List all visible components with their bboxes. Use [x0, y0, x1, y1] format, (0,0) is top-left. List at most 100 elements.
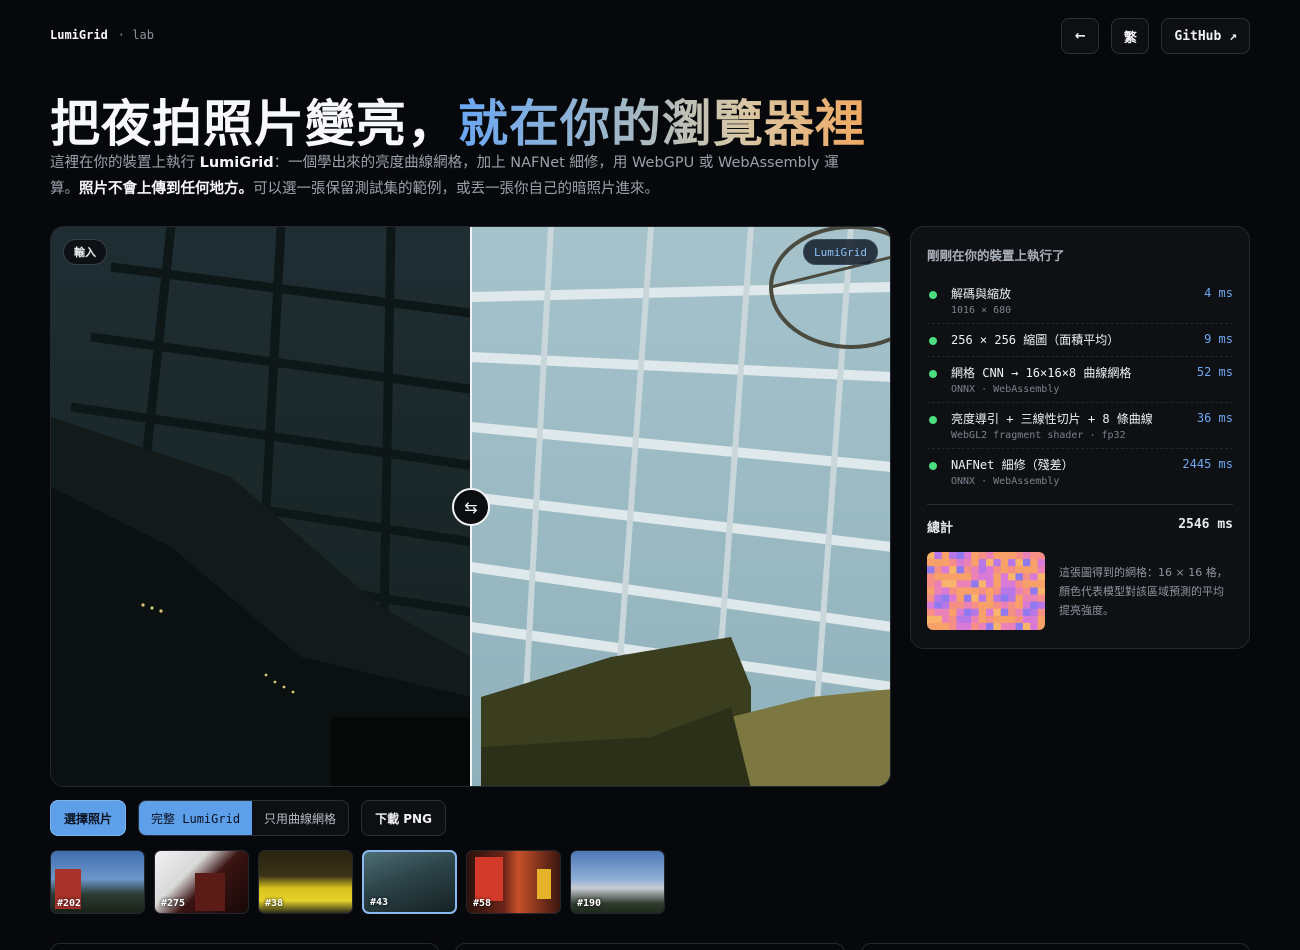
curve-grid-heatmap [927, 552, 1045, 630]
split-handle[interactable]: ⇆ [452, 488, 490, 526]
heatmap-cell [1008, 594, 1017, 603]
sample-thumb[interactable]: #202 [50, 850, 145, 914]
heatmap-cell [934, 622, 943, 630]
grid-preview-row: 這張圖得到的網格：16 × 16 格，顏色代表模型對該區域預測的平均提亮強度。 [927, 552, 1233, 630]
total-row: 總計 2546 ms [927, 504, 1233, 536]
heatmap-cell [927, 615, 935, 624]
mode-full-option[interactable]: 完整 LumiGrid [139, 801, 253, 835]
sample-thumb-selected[interactable]: #43 [362, 850, 457, 914]
heatmap-cell [1015, 566, 1024, 574]
arrow-left-icon: ← [1074, 28, 1086, 44]
swap-arrows-icon: ⇆ [464, 497, 478, 517]
heatmap-cell [956, 573, 965, 581]
heatmap-cell [1015, 580, 1024, 588]
heatmap-cell [1030, 552, 1039, 560]
heatmap-cell [1022, 566, 1031, 574]
sample-thumb[interactable]: #38 [258, 850, 353, 914]
pipeline-panel: 剛剛在你的裝置上執行了 解碼與縮放 1016 × 680 4 ms 256 × 256… [910, 226, 1250, 649]
heatmap-cell [971, 615, 980, 624]
step-name: 256 × 256 縮圖（面積平均） [951, 333, 1120, 347]
heatmap-cell [1015, 552, 1024, 560]
status-dot-icon [929, 462, 937, 470]
heatmap-cell [1008, 608, 1017, 617]
brand: LumiGrid · lab [50, 28, 154, 42]
heatmap-cell [1015, 594, 1024, 603]
heatmap-cell [993, 573, 1002, 581]
heatmap-cell [993, 594, 1002, 603]
heatmap-cell [993, 566, 1002, 574]
sample-thumbnails: #202 #275 #38 #43 #58 #190 [50, 850, 665, 914]
heatmap-cell [941, 608, 950, 617]
heatmap-cell [963, 573, 972, 581]
heatmap-cell [1000, 594, 1009, 603]
thumb-label: #38 [265, 898, 284, 909]
heatmap-cell [949, 587, 958, 596]
heatmap-cell [1030, 587, 1039, 596]
heatmap-cell [1030, 559, 1039, 567]
heatmap-cell [1000, 573, 1009, 581]
heatmap-cell [993, 580, 1002, 588]
heatmap-cell [1030, 580, 1039, 588]
heatmap-cell [1008, 559, 1017, 567]
sample-thumb[interactable]: #190 [570, 850, 665, 914]
heatmap-cell [1037, 552, 1045, 560]
heatmap-cell [1008, 552, 1017, 560]
brand-tag: · lab [117, 28, 154, 42]
heatmap-cell [949, 608, 958, 617]
heatmap-cell [1022, 587, 1031, 596]
heatmap-cell [927, 601, 935, 610]
heatmap-cell [986, 594, 994, 603]
heatmap-cell [978, 608, 987, 617]
step-time: 4 ms [1204, 286, 1233, 300]
bottom-card [50, 943, 440, 950]
step-body: NAFNet 細修（殘差） ONNX · WebAssembly [951, 456, 1182, 487]
back-button[interactable]: ← [1061, 18, 1100, 54]
heatmap-cell [956, 566, 965, 574]
heatmap-cell [978, 587, 987, 596]
heatmap-cell [971, 580, 980, 588]
download-png-button[interactable]: 下載 PNG [361, 800, 446, 836]
choose-photo-button[interactable]: 選擇照片 [50, 800, 127, 836]
heatmap-cell [1037, 566, 1045, 574]
github-link[interactable]: GitHub ↗ [1161, 18, 1250, 54]
heatmap-cell [949, 615, 958, 624]
heatmap-cell [934, 608, 943, 617]
heatmap-cell [978, 559, 987, 567]
heatmap-cell [941, 566, 950, 574]
heatmap-cell [963, 622, 972, 630]
sample-thumb[interactable]: #275 [154, 850, 249, 914]
heatmap-cell [1037, 580, 1045, 588]
brand-name: LumiGrid [50, 28, 108, 42]
thumb-label: #58 [473, 898, 492, 909]
comparison-viewer[interactable]: 輸入 LumiGrid ⇆ [50, 226, 891, 787]
title-plain: 把夜拍照片變亮， [50, 95, 458, 153]
heatmap-cell [986, 559, 994, 567]
heatmap-cell [1030, 601, 1039, 610]
heatmap-cell [1015, 573, 1024, 581]
heatmap-cell [978, 615, 987, 624]
heatmap-cell [956, 552, 965, 560]
heatmap-cell [956, 587, 965, 596]
heatmap-cell [956, 594, 965, 603]
heatmap-cell [1022, 615, 1031, 624]
heatmap-cell [1037, 608, 1045, 617]
total-value: 2546 ms [1178, 517, 1233, 532]
step-time: 9 ms [1204, 332, 1233, 346]
heatmap-cell [1008, 587, 1017, 596]
mode-curve-option[interactable]: 只用曲線網格 [252, 801, 348, 835]
mode-toggle: 完整 LumiGrid 只用曲線網格 [138, 800, 350, 836]
heatmap-cell [1030, 594, 1039, 603]
thumb-decor [195, 873, 225, 911]
heatmap-cell [1000, 622, 1009, 630]
language-button[interactable]: 繁 [1111, 18, 1150, 54]
heatmap-cell [1008, 573, 1017, 581]
thumb-decor [475, 857, 503, 901]
sample-thumb[interactable]: #58 [466, 850, 561, 914]
heatmap-cell [1037, 622, 1045, 630]
heatmap-cell [941, 587, 950, 596]
heatmap-cell [963, 559, 972, 567]
hero-description: 這裡在你的裝置上執行 LumiGrid：一個學出來的亮度曲線網格，加上 NAFN… [50, 150, 850, 202]
heatmap-cell [1000, 566, 1009, 574]
curve-grid-image [927, 552, 1045, 630]
heatmap-cell [934, 580, 943, 588]
